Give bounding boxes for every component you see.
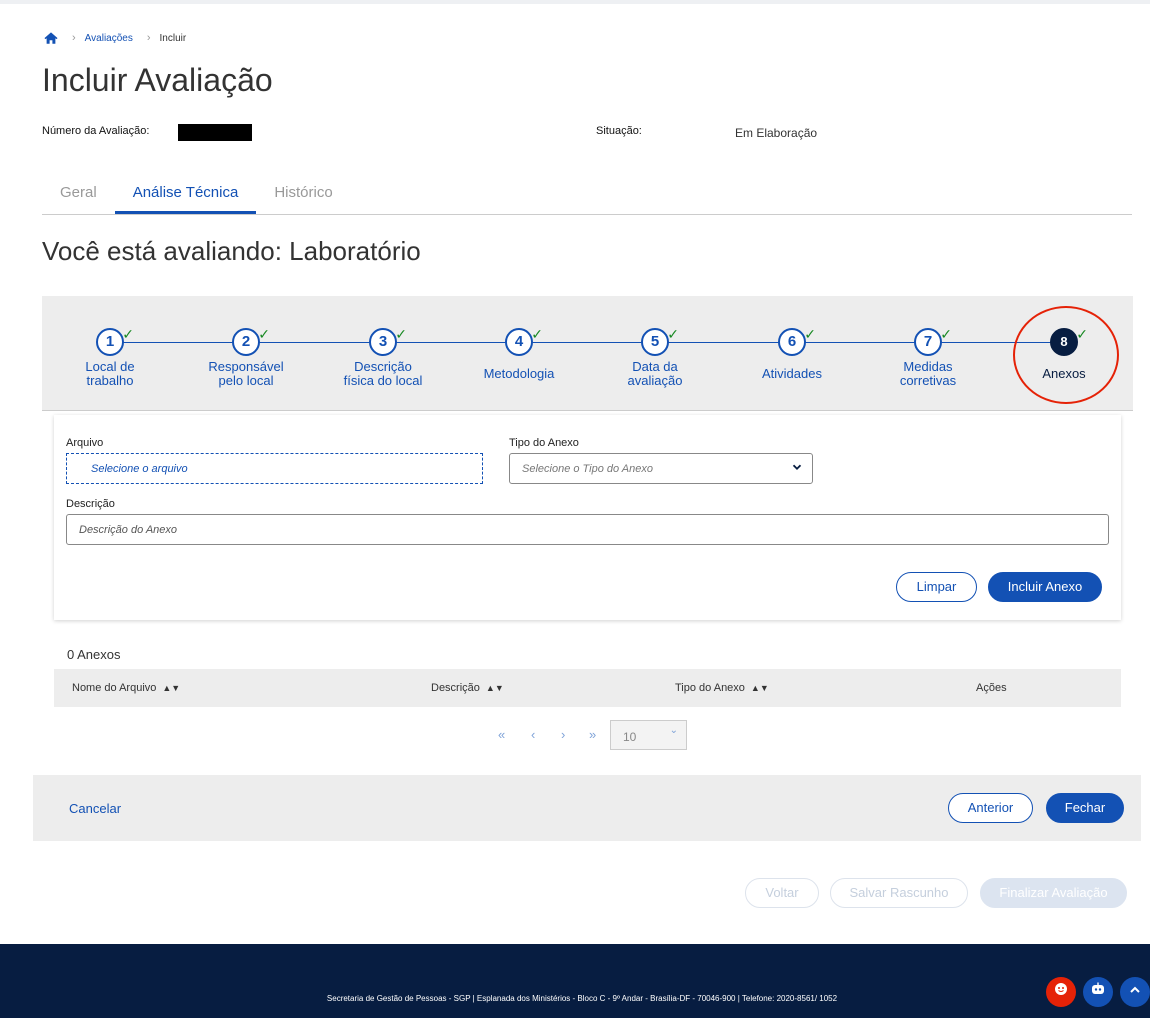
tipo-anexo-select[interactable]: Selecione o Tipo do Anexo [509,453,813,484]
highlight-annotation [1013,306,1119,404]
tab-analise-tecnica[interactable]: Análise Técnica [114,172,257,214]
column-header-acoes: Ações [976,682,1007,694]
chevron-down-icon: ⌄ [669,725,678,736]
step-number: 6 ✓ [778,326,816,356]
wizard-action-bar: Cancelar Anterior Fechar [33,775,1141,841]
home-icon[interactable] [44,31,58,45]
step-label: Medidas corretivas [899,359,957,388]
step-number: 7 ✓ [914,326,952,356]
cancelar-link[interactable]: Cancelar [69,801,121,816]
check-icon: ✓ [667,326,679,342]
voltar-button[interactable]: Voltar [745,878,819,908]
last-page-icon[interactable]: » [589,727,596,742]
step-label: Data da avaliação [627,359,683,388]
chevron-right-icon: › [72,32,76,44]
file-upload-input[interactable]: Selecione o arquivo [66,453,483,484]
check-icon: ✓ [258,326,270,342]
situacao-value: Em Elaboração [735,126,818,140]
scroll-top-icon[interactable] [1120,977,1150,1007]
breadcrumb-current: Incluir [159,32,187,44]
chevron-down-icon [792,462,802,475]
step-3[interactable]: 3 ✓ Descrição física do local [323,326,443,388]
check-icon: ✓ [804,326,816,342]
wizard-stepper: 1 ✓ Local de trabalho 2 ✓ Responsável pelo l… [42,296,1133,411]
situacao-label: Situação: [596,125,642,137]
chevron-right-icon: › [146,32,151,44]
column-header-nome[interactable]: Nome do Arquivo ▲▼ [72,682,180,694]
page-title: Incluir Avaliação [42,62,273,98]
anterior-button[interactable]: Anterior [948,793,1033,823]
step-6[interactable]: 6 ✓ Atividades [732,326,852,381]
step-number: 2 ✓ [232,326,270,356]
step-number: 5 ✓ [641,326,679,356]
column-header-descricao[interactable]: Descrição ▲▼ [431,682,504,694]
redacted-value [178,124,252,141]
tab-geral[interactable]: Geral [42,172,115,214]
column-header-tipo[interactable]: Tipo do Anexo ▲▼ [675,682,769,694]
tab-historico[interactable]: Histórico [256,172,350,214]
step-7[interactable]: 7 ✓ Medidas corretivas [868,326,988,388]
attachment-form: Arquivo Selecione o arquivo Tipo do Anex… [54,415,1121,620]
table-header: Nome do Arquivo ▲▼ Descrição ▲▼ Tipo do An… [54,669,1121,707]
pagination: « ‹ › » 10 ⌄ [0,720,1150,750]
descricao-label: Descrição [66,498,115,510]
numero-avaliacao-label: Número da Avaliação: [42,125,150,137]
step-number: 3 ✓ [369,326,407,356]
check-icon: ✓ [395,326,407,342]
step-label: Atividades [762,366,822,381]
salvar-rascunho-button[interactable]: Salvar Rascunho [830,878,968,908]
sort-icon: ▲▼ [162,683,181,693]
step-label: Responsável pelo local [208,359,284,388]
fechar-button[interactable]: Fechar [1046,793,1124,823]
breadcrumb-link-avaliacoes[interactable]: Avaliações [85,33,133,44]
previous-page-icon[interactable]: ‹ [531,727,535,742]
feedback-icon[interactable] [1046,977,1076,1007]
arquivo-label: Arquivo [66,437,104,449]
step-label: Descrição física do local [343,359,423,388]
finalizar-avaliacao-button[interactable]: Finalizar Avaliação [980,878,1127,908]
evaluating-subtitle: Você está avaliando: Laboratório [42,236,421,266]
step-1[interactable]: 1 ✓ Local de trabalho [50,326,170,388]
limpar-button[interactable]: Limpar [896,572,977,602]
step-4[interactable]: 4 ✓ Metodologia [459,326,579,381]
breadcrumb: › Avaliações › Incluir [44,30,186,46]
footer-address: Secretaria de Gestão de Pessoas - SGP | … [326,994,838,1003]
top-divider [0,0,1150,4]
descricao-input[interactable]: Descrição do Anexo [66,514,1109,545]
next-page-icon[interactable]: › [561,727,565,742]
check-icon: ✓ [940,326,952,342]
tab-bar: Geral Análise Técnica Histórico [42,172,1132,215]
step-2[interactable]: 2 ✓ Responsável pelo local [186,326,306,388]
check-icon: ✓ [531,326,543,342]
first-page-icon[interactable]: « [498,727,505,742]
page-size-select[interactable]: 10 ⌄ [610,720,687,750]
check-icon: ✓ [122,326,134,342]
incluir-anexo-button[interactable]: Incluir Anexo [988,572,1102,602]
step-label: Local de trabalho [85,359,135,388]
step-number: 4 ✓ [505,326,543,356]
step-5[interactable]: 5 ✓ Data da avaliação [595,326,715,388]
tipo-anexo-label: Tipo do Anexo [509,437,579,449]
chatbot-icon[interactable] [1083,977,1113,1007]
step-number: 1 ✓ [96,326,134,356]
sort-icon: ▲▼ [485,683,504,693]
attachments-count: 0 Anexos [67,647,121,662]
sort-icon: ▲▼ [750,683,769,693]
step-label: Metodologia [483,366,555,381]
footer: Secretaria de Gestão de Pessoas - SGP | … [0,944,1150,1018]
